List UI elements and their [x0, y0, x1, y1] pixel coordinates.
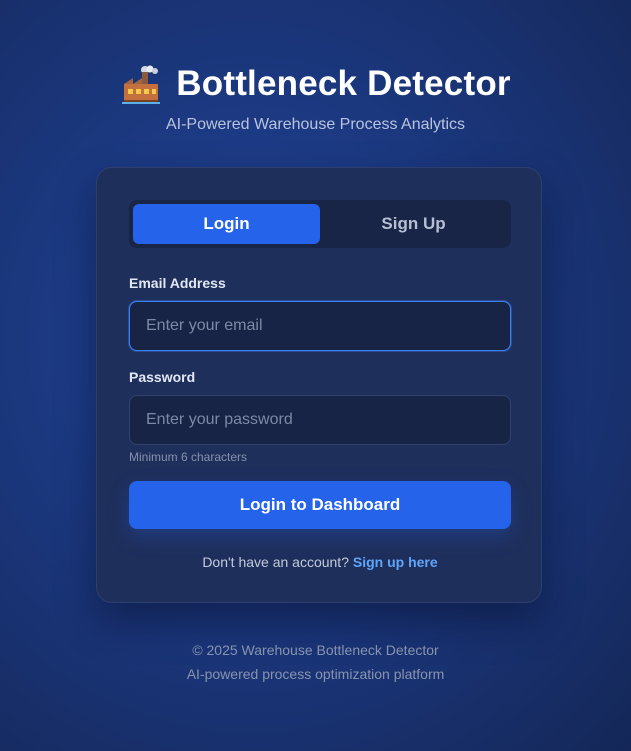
factory-icon [120, 64, 162, 104]
footer-copyright: © 2025 Warehouse Bottleneck Detector [192, 642, 439, 658]
page-footer: © 2025 Warehouse Bottleneck Detector AI-… [0, 638, 631, 686]
app-title: Bottleneck Detector [176, 64, 511, 103]
tab-login[interactable]: Login [133, 204, 320, 244]
title-row: Bottleneck Detector [0, 62, 631, 106]
footer-tagline: AI-powered process optimization platform [186, 666, 445, 682]
email-label: Email Address [129, 275, 226, 291]
signup-prompt-row: Don't have an account? Sign up here [97, 554, 543, 570]
auth-tabs: Login Sign Up [129, 200, 511, 248]
app-subtitle: AI-Powered Warehouse Process Analytics [165, 116, 466, 133]
login-submit-button[interactable]: Login to Dashboard [129, 481, 511, 529]
password-input[interactable] [129, 395, 511, 445]
login-card: Login Sign Up Email Address Password Min… [96, 167, 542, 603]
password-label: Password [129, 369, 196, 385]
email-input[interactable] [129, 301, 511, 351]
tab-signup[interactable]: Sign Up [320, 204, 507, 244]
app-header: Bottleneck Detector AI-Powered Warehouse… [0, 62, 631, 134]
signup-prompt-text: Don't have an account? [202, 554, 353, 570]
password-hint: Minimum 6 characters [129, 450, 248, 464]
signup-link[interactable]: Sign up here [353, 554, 438, 570]
